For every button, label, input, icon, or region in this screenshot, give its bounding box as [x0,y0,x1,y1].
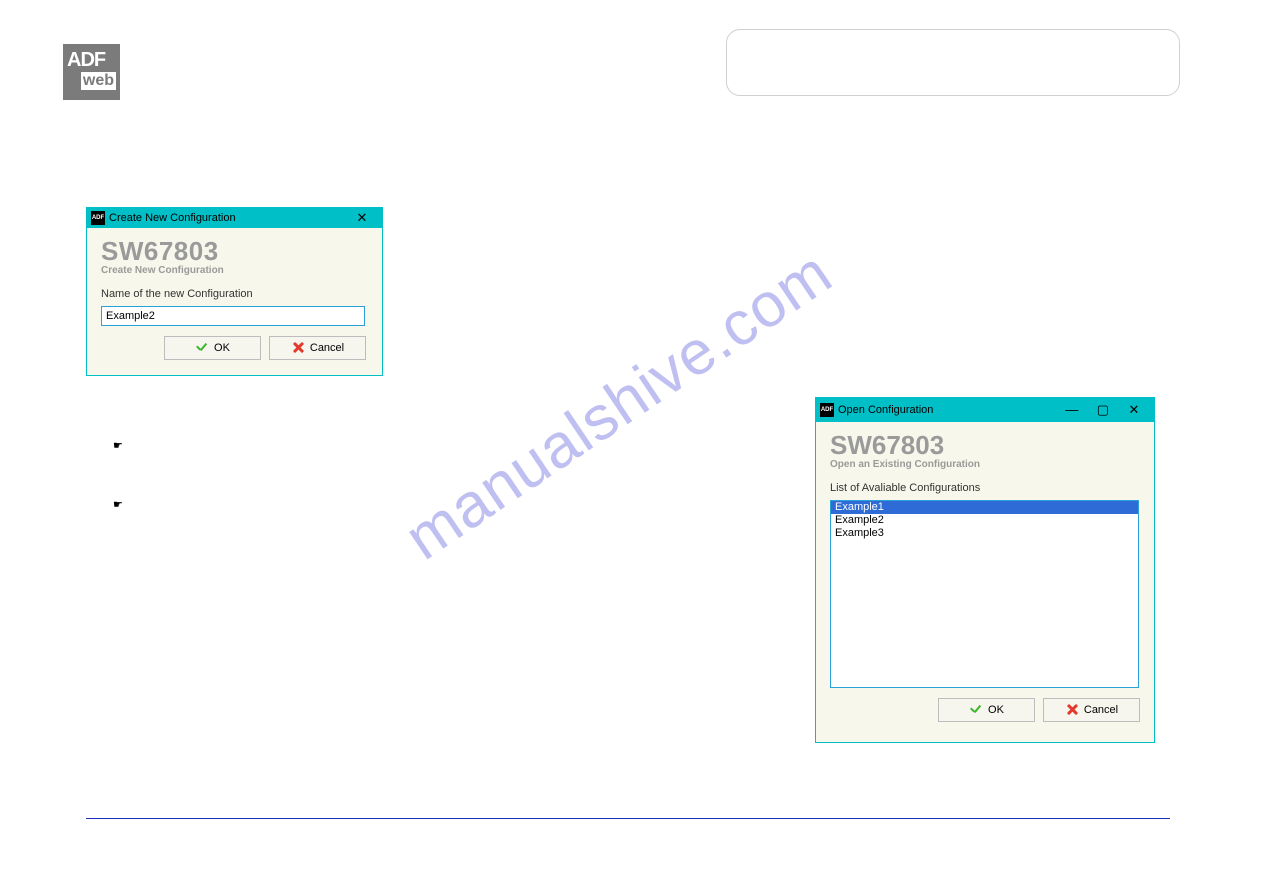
x-icon [291,341,305,355]
logo: ADF web [63,44,120,100]
bullet-icon: ☛ [113,498,123,511]
app-icon: ADF [91,211,105,225]
close-icon[interactable]: ✕ [348,210,376,226]
open-config-dialog: ADF Open Configuration — ▢ ✕ SW67803 Ope… [815,397,1155,743]
list-item[interactable]: Example3 [831,527,1138,540]
create-config-dialog: ADF Create New Configuration ✕ SW67803 C… [86,207,383,376]
figure3-label: Figure 3: "Open Configuration" window [892,752,1064,763]
section-heading: NEW CONFIGURATION / OPEN CONFIGURATION: [86,150,370,164]
footer-right: INFO: www.adfweb.com Phone +39.0438.30.9… [760,826,1170,839]
minimize-icon[interactable]: — [1058,402,1086,417]
create-dialog-titlebar[interactable]: ADF Create New Configuration ✕ [87,208,382,228]
cancel-button[interactable]: Cancel [269,336,366,360]
ok-label: OK [214,342,230,354]
maximize-icon[interactable]: ▢ [1089,402,1117,418]
configurations-listbox[interactable]: Example1 Example2 Example3 [830,500,1139,688]
doc-info-line1: User Manual DALI / Modbus TCP Slave [741,38,1165,52]
document-info-box: User Manual DALI / Modbus TCP Slave Docu… [726,29,1180,96]
footer-left: ADFweb.com Srl – IT31010 – Mareno – Trev… [86,826,287,839]
create-dialog-header: SW67803 [101,236,368,267]
create-name-label: Name of the new Configuration [101,288,368,300]
doc-info-line2: Document code: MN67803_ENG Revision 1.01… [741,52,1165,66]
open-list-label: List of Avaliable Configurations [830,482,1140,494]
footer-right-line: INFO: www.adfweb.com Phone +39.0438.30.9… [760,826,1170,839]
list-item[interactable]: Example1 [831,501,1138,514]
open-dialog-title: Open Configuration [838,404,933,416]
list-item[interactable]: Example2 [831,514,1138,527]
open-dialog-subheader: Open an Existing Configuration [830,459,1140,470]
cancel-button[interactable]: Cancel [1043,698,1140,722]
create-dialog-subheader: Create New Configuration [101,265,368,276]
open-dialog-titlebar[interactable]: ADF Open Configuration — ▢ ✕ [816,398,1154,422]
footer-rule [86,818,1170,819]
cancel-label: Cancel [310,342,344,354]
check-icon [195,342,209,354]
x-icon [1065,703,1079,717]
footer-left-line1: ADFweb.com Srl – IT31010 – Mareno – Trev… [86,826,287,839]
ok-label: OK [988,704,1004,716]
close-icon[interactable]: ✕ [1120,402,1148,418]
logo-adf: ADF [67,50,116,70]
app-icon: ADF [820,403,834,417]
create-name-input[interactable] [101,306,365,326]
check-icon [969,704,983,716]
bullet-icon: ☛ [113,439,123,452]
create-dialog-title: Create New Configuration [109,212,236,224]
ok-button[interactable]: OK [938,698,1035,722]
ok-button[interactable]: OK [164,336,261,360]
logo-web: web [81,72,116,90]
figure2-label: Figure 2: "New Configuration" window [398,362,566,373]
cancel-label: Cancel [1084,704,1118,716]
open-dialog-header: SW67803 [830,430,1140,461]
watermark: manualshive.com [393,237,845,574]
